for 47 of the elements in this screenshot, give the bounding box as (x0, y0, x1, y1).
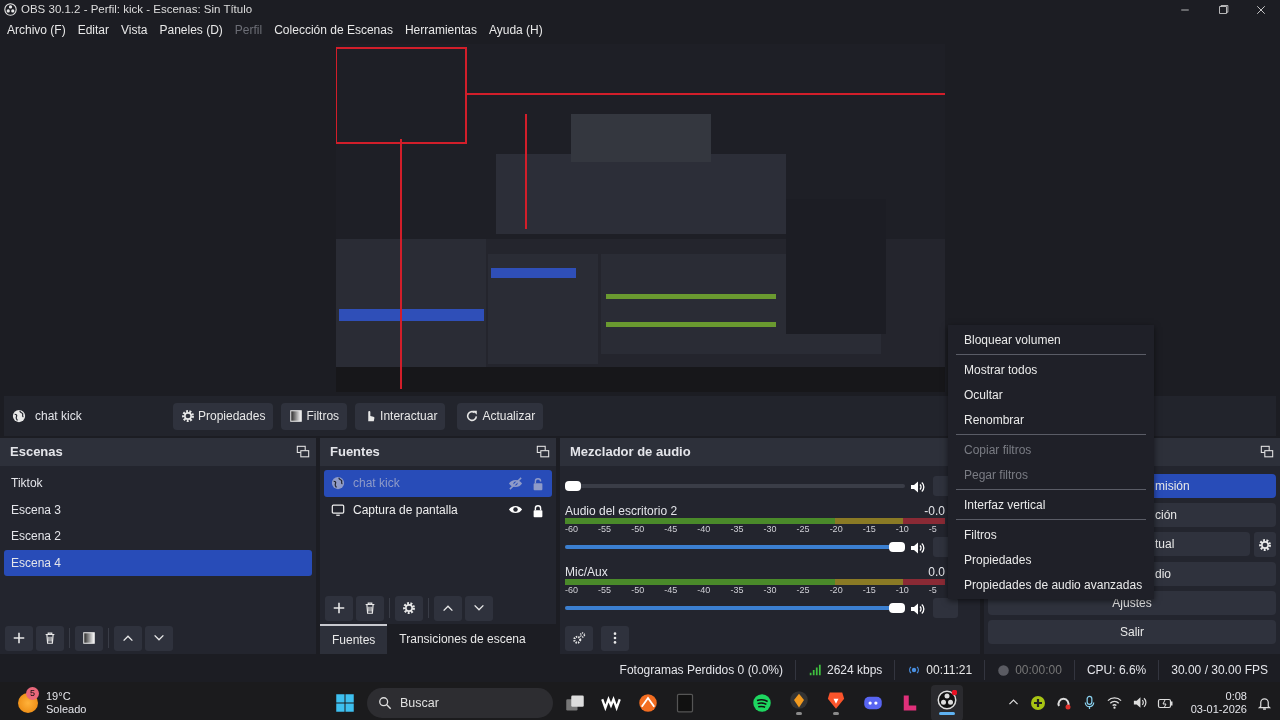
scale-label: -35 (730, 585, 744, 596)
scale-label: -5 (928, 585, 937, 596)
volume-reading: 0.0 (928, 564, 945, 579)
bitrate: 2624 kbps (826, 662, 883, 679)
scale-label: -60 (565, 585, 578, 596)
scale-label: -30 (763, 585, 777, 596)
scale-label: -15 (862, 585, 876, 596)
scale-label: -25 (796, 585, 810, 596)
scale-label: -50 (631, 585, 645, 596)
stream-time: 00:11:21 (926, 662, 973, 679)
panel-title: Escenas (10, 443, 63, 462)
frame-rate: 30.00 / 30.00 FPS (1171, 662, 1268, 679)
panel-title: Fuentes (330, 443, 380, 462)
weather-condition: Soleado (46, 702, 87, 716)
scale-label: -40 (697, 585, 711, 596)
window-title: OBS 30.1.2 - Perfil: kick - Escenas: Sin Título (21, 1, 253, 17)
scale-label: -55 (598, 585, 612, 596)
scale-label: -45 (664, 585, 678, 596)
scale-label: -50 (631, 524, 645, 535)
scale-label: -20 (829, 524, 843, 535)
source-label: chat kick (353, 475, 401, 493)
scale-label: -10 (895, 585, 909, 596)
notification-badge: 5 (26, 686, 39, 700)
scale-label: -25 (796, 524, 810, 535)
scale-label: -45 (664, 524, 678, 535)
scale-label: -35 (730, 524, 744, 535)
scale-label: -55 (598, 524, 612, 535)
scale-label: -10 (895, 524, 909, 535)
source-label: Captura de pantalla (353, 501, 459, 519)
source-name: chat kick (35, 408, 83, 425)
panel-title: Mezclador de audio (570, 443, 691, 462)
menu-item: Copiar filtros (963, 441, 1033, 459)
scale-label: -60 (565, 524, 578, 535)
scale-label: -20 (829, 585, 843, 596)
scale-label: -40 (697, 524, 711, 535)
scale-label: -5 (928, 524, 937, 535)
temperature: 19°C (46, 689, 72, 703)
channel-name: Mic/Aux (565, 564, 608, 579)
dropped-frames: Fotogramas Perdidos 0 (0.0%) (619, 661, 783, 679)
menu-item: Perfil (234, 21, 263, 39)
volume-reading: -0.0 (924, 503, 945, 518)
record-time: 00:00:00 (1015, 662, 1062, 679)
cpu-usage: CPU: 6.6% (1086, 662, 1147, 679)
channel-name: Audio del escritorio 2 (565, 503, 678, 518)
scale-label: -15 (862, 524, 876, 535)
scale-label: -30 (763, 524, 777, 535)
menu-item: Pegar filtros (963, 466, 1030, 484)
